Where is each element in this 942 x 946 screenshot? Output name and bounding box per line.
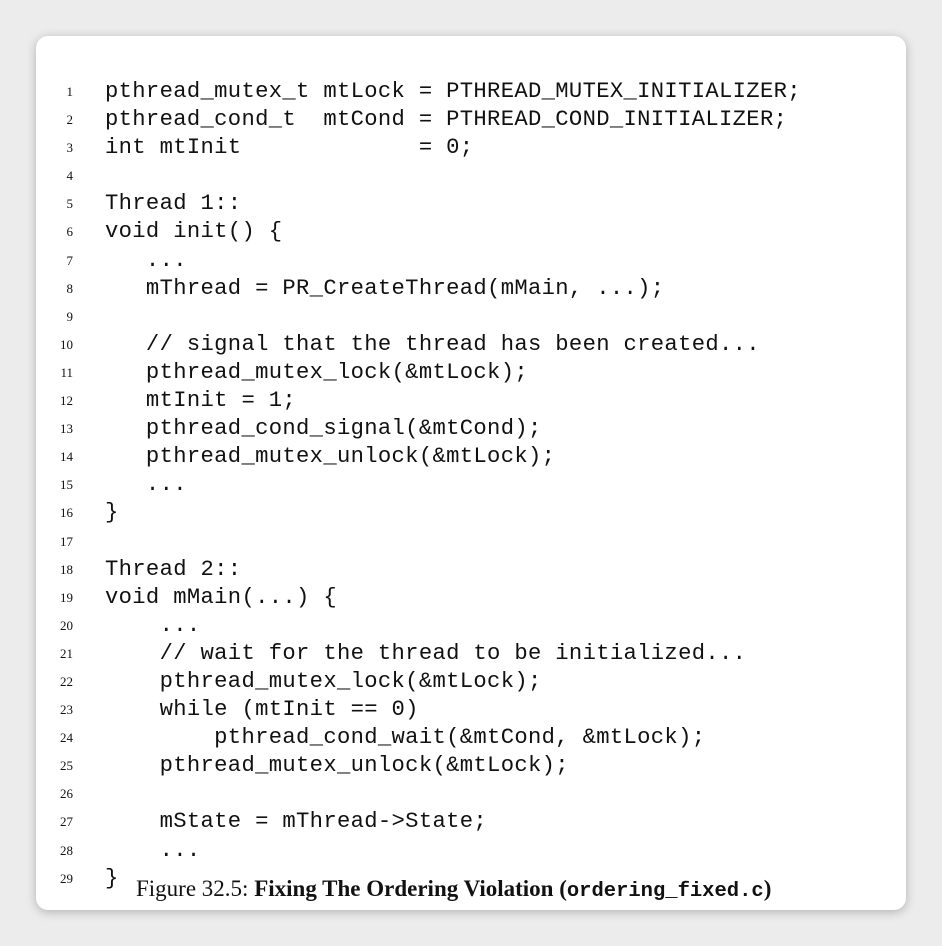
line-number: 10	[60, 336, 73, 352]
code-listing: 1 pthread_mutex_t mtLock = PTHREAD_MUTEX_…	[36, 78, 906, 893]
line-number: 7	[66, 252, 74, 268]
line-number: 12	[60, 393, 73, 409]
code-line: 23 while (mtInit == 0)	[36, 696, 906, 724]
line-number: 13	[60, 421, 73, 437]
code-text: }	[105, 500, 119, 526]
code-text: ...	[105, 612, 201, 638]
code-line: 26	[36, 780, 906, 808]
code-text: pthread_mutex_t mtLock = PTHREAD_MUTEX_I…	[105, 79, 801, 104]
line-number: 18	[60, 561, 73, 577]
code-text: pthread_mutex_lock(&mtLock);	[105, 668, 542, 694]
code-text: // signal that the thread has been creat…	[105, 331, 760, 357]
code-text: pthread_mutex_lock(&mtLock);	[105, 359, 528, 385]
line-number: 17	[60, 533, 73, 549]
code-text: void mMain(...) {	[105, 584, 337, 610]
line-number: 27	[60, 814, 73, 830]
code-line: 22 pthread_mutex_lock(&mtLock);	[36, 668, 906, 696]
code-line: 20 ...	[36, 612, 906, 640]
line-number: 6	[66, 224, 74, 240]
code-line: 21 // wait for the thread to be initiali…	[36, 640, 906, 668]
code-text: pthread_cond_signal(&mtCond);	[105, 416, 542, 442]
code-line: 24 pthread_cond_wait(&mtCond, &mtLock);	[36, 724, 906, 752]
line-number: 5	[66, 196, 74, 212]
code-line: 7 ...	[36, 247, 906, 275]
code-line: 2 pthread_cond_t mtCond = PTHREAD_COND_IN…	[36, 106, 906, 134]
code-text: pthread_cond_wait(&mtCond, &mtLock);	[105, 725, 706, 751]
code-line: 27 mState = mThread->State;	[36, 808, 906, 836]
figure-caption: Figure 32.5: Fixing The Ordering Violati…	[136, 874, 771, 907]
code-text: pthread_mutex_unlock(&mtLock);	[105, 444, 556, 470]
figure-title: Fixing The Ordering Violation (	[254, 876, 567, 901]
code-text: mState = mThread->State;	[105, 809, 488, 835]
code-line: 18 Thread 2::	[36, 556, 906, 584]
code-line: 8 mThread = PR_CreateThread(mMain, ...);	[36, 275, 906, 303]
line-number: 15	[60, 477, 73, 493]
code-line: 6 void init() {	[36, 218, 906, 246]
line-number: 28	[60, 842, 73, 858]
line-number: 11	[60, 364, 73, 380]
code-line: 12 mtInit = 1;	[36, 387, 906, 415]
code-text: void init() {	[105, 219, 283, 245]
line-number: 21	[60, 645, 73, 661]
code-listing-card: 1 pthread_mutex_t mtLock = PTHREAD_MUTEX_…	[36, 36, 906, 910]
code-text: Thread 1::	[105, 191, 242, 217]
code-line: 5 Thread 1::	[36, 190, 906, 218]
line-number: 8	[66, 280, 74, 296]
code-text: while (mtInit == 0)	[105, 697, 419, 723]
line-number: 3	[66, 140, 74, 156]
line-number: 2	[66, 112, 74, 128]
code-line: 11 pthread_mutex_lock(&mtLock);	[36, 359, 906, 387]
code-text: mThread = PR_CreateThread(mMain, ...);	[105, 275, 665, 301]
line-number: 16	[60, 505, 73, 521]
code-line: 28 ...	[36, 837, 906, 865]
line-number: 14	[60, 449, 73, 465]
figure-label: Figure 32.5:	[136, 876, 249, 901]
code-text: ...	[105, 472, 187, 498]
line-number: 24	[60, 730, 73, 746]
code-text: pthread_cond_t mtCond = PTHREAD_COND_INI…	[105, 107, 788, 133]
code-line: 13 pthread_cond_signal(&mtCond);	[36, 415, 906, 443]
line-number: 4	[66, 168, 74, 184]
line-number: 26	[60, 786, 73, 802]
figure-title-close: )	[763, 876, 772, 901]
code-line: 10 // signal that the thread has been cr…	[36, 331, 906, 359]
code-line: 1 pthread_mutex_t mtLock = PTHREAD_MUTEX_…	[36, 78, 906, 106]
code-line: 16}	[36, 499, 906, 527]
line-number: 29	[60, 870, 73, 886]
code-line: 15 ...	[36, 471, 906, 499]
code-line: 4	[36, 162, 906, 190]
code-text: // wait for the thread to be initialized…	[105, 640, 747, 666]
code-line: 25 pthread_mutex_unlock(&mtLock);	[36, 752, 906, 780]
code-text: pthread_mutex_unlock(&mtLock);	[105, 753, 569, 779]
line-number: 23	[60, 702, 73, 718]
line-number: 25	[60, 758, 73, 774]
code-text: ...	[105, 247, 187, 273]
code-text: ...	[105, 837, 201, 863]
code-line: 9	[36, 303, 906, 331]
code-text: }	[105, 865, 119, 891]
line-number: 20	[60, 617, 73, 633]
figure-filename: ordering_fixed.c	[566, 880, 764, 903]
code-text: Thread 2::	[105, 556, 242, 582]
code-text: int mtInit = 0;	[105, 135, 474, 161]
code-text: mtInit = 1;	[105, 388, 297, 414]
code-line: 17	[36, 528, 906, 556]
line-number: 22	[60, 673, 73, 689]
line-number: 19	[60, 589, 73, 605]
code-line: 19 void mMain(...) {	[36, 584, 906, 612]
line-number: 9	[66, 308, 74, 324]
code-line: 3 int mtInit = 0;	[36, 134, 906, 162]
code-line: 14 pthread_mutex_unlock(&mtLock);	[36, 443, 906, 471]
line-number: 1	[66, 84, 74, 99]
